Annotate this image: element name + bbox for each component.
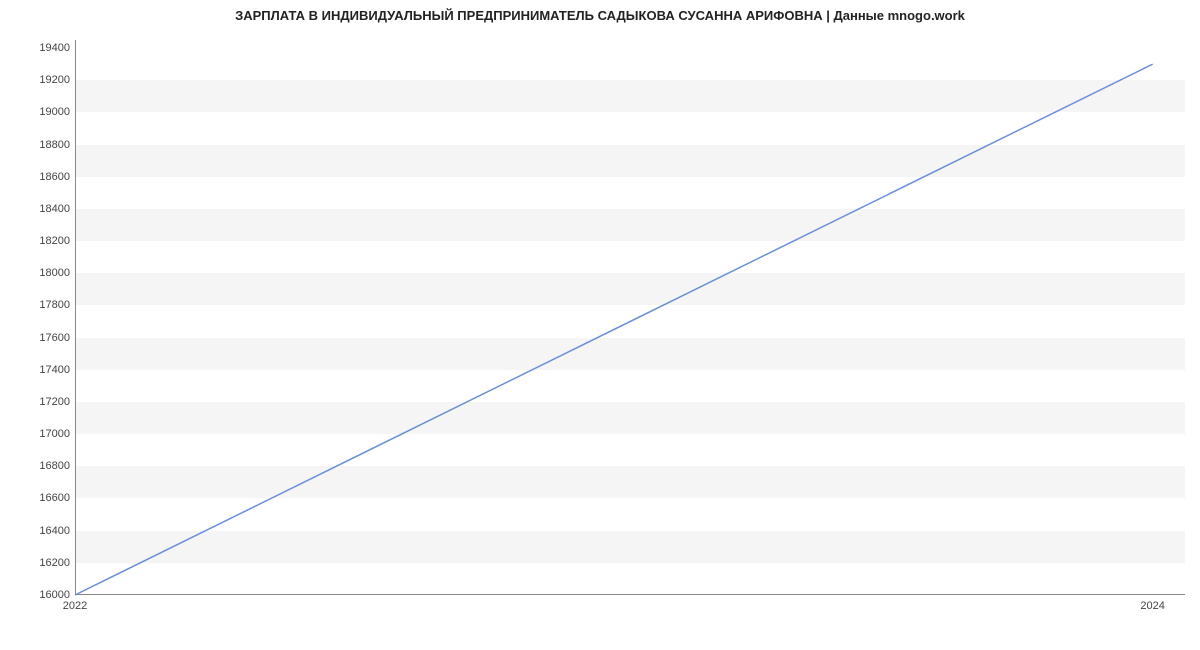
- line-layer: [75, 40, 1185, 595]
- data-line: [75, 64, 1153, 595]
- y-tick-label: 18600: [10, 171, 70, 183]
- x-tick-label: 2024: [1140, 600, 1164, 612]
- x-tick-label: 2022: [63, 600, 87, 612]
- y-tick-label: 16800: [10, 460, 70, 472]
- y-tick-label: 17600: [10, 332, 70, 344]
- y-tick-label: 17800: [10, 299, 70, 311]
- y-tick-label: 17200: [10, 396, 70, 408]
- y-tick-label: 16600: [10, 492, 70, 504]
- y-tick-label: 18400: [10, 203, 70, 215]
- chart-title: ЗАРПЛАТА В ИНДИВИДУАЛЬНЫЙ ПРЕДПРИНИМАТЕЛ…: [0, 8, 1200, 23]
- y-tick-label: 18800: [10, 139, 70, 151]
- y-tick-label: 17000: [10, 428, 70, 440]
- y-tick-label: 16400: [10, 525, 70, 537]
- y-tick-label: 19200: [10, 74, 70, 86]
- y-tick-label: 17400: [10, 364, 70, 376]
- y-tick-label: 16000: [10, 589, 70, 601]
- plot-area: [75, 40, 1185, 595]
- y-tick-label: 18000: [10, 267, 70, 279]
- y-tick-label: 16200: [10, 557, 70, 569]
- y-tick-label: 19000: [10, 106, 70, 118]
- y-tick-label: 18200: [10, 235, 70, 247]
- y-tick-label: 19400: [10, 42, 70, 54]
